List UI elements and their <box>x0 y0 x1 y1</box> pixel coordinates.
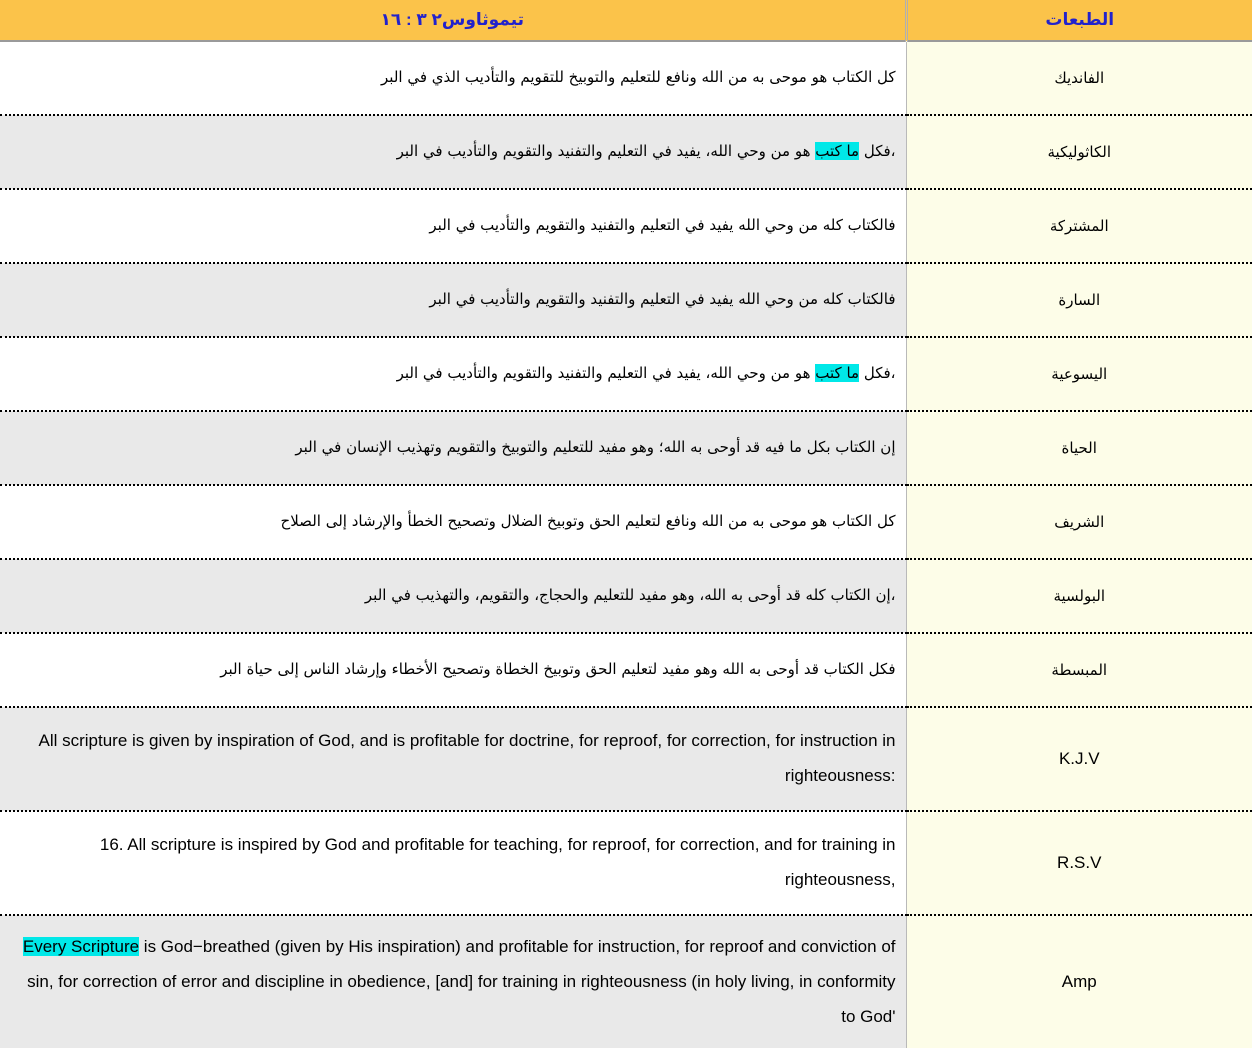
verse-segment: ،فكل <box>859 363 896 382</box>
table-row: إن الكتاب بكل ما فيه قد أوحى به الله؛ وه… <box>0 410 1252 485</box>
verse-text-cell: ،فكل ما كتب هو من وحي الله، يفيد في التع… <box>0 336 907 411</box>
verse-text-cell: ،فكل ما كتب هو من وحي الله، يفيد في التع… <box>0 114 907 189</box>
verse-segment: فالكتاب كله من وحي الله يفيد في التعليم … <box>429 289 896 308</box>
edition-name-cell: الشريف <box>906 484 1252 559</box>
verse-text-cell: كل الكتاب هو موحى به من الله ونافع لتعلي… <box>0 484 907 559</box>
scripture-comparison-table: تيموثاوس٢ ٣ : ١٦ الطبعات كل الكتاب هو مو… <box>0 0 1252 1048</box>
edition-name-cell: K.J.V <box>906 706 1252 811</box>
highlighted-phrase: ما كتب <box>815 363 860 382</box>
verse-text-cell: فكل الكتاب قد أوحى به الله وهو مفيد لتعل… <box>0 632 907 707</box>
verse-text-cell: All scripture is given by inspiration of… <box>0 706 907 811</box>
edition-name-cell: اليسوعية <box>906 336 1252 411</box>
verse-text-cell: فالكتاب كله من وحي الله يفيد في التعليم … <box>0 188 907 263</box>
verse-text-cell: كل الكتاب هو موحى به من الله ونافع للتعل… <box>0 40 907 115</box>
edition-name-cell: الحياة <box>906 410 1252 485</box>
edition-name-cell: المشتركة <box>906 188 1252 263</box>
verse-segment: كل الكتاب هو موحى به من الله ونافع للتعل… <box>381 67 896 86</box>
verse-segment: ،إن الكتاب كله قد أوحى به الله، وهو مفيد… <box>364 585 896 604</box>
table-row: ،فكل ما كتب هو من وحي الله، يفيد في التع… <box>0 114 1252 189</box>
verse-segment: 16. All scripture is inspired by God and… <box>99 835 896 889</box>
verse-text-cell: فالكتاب كله من وحي الله يفيد في التعليم … <box>0 262 907 337</box>
edition-name-cell: الفانديك <box>906 40 1252 115</box>
table-row: فالكتاب كله من وحي الله يفيد في التعليم … <box>0 188 1252 263</box>
verse-segment: كل الكتاب هو موحى به من الله ونافع لتعلي… <box>280 511 896 530</box>
table-row: ،فكل ما كتب هو من وحي الله، يفيد في التع… <box>0 336 1252 411</box>
verse-segment: إن الكتاب بكل ما فيه قد أوحى به الله؛ وه… <box>295 437 896 456</box>
highlighted-phrase: Every Scripture <box>22 936 140 956</box>
highlighted-phrase: ما كتب <box>815 141 860 160</box>
verse-segment: فكل الكتاب قد أوحى به الله وهو مفيد لتعل… <box>220 659 896 678</box>
verse-text-cell: Every Scripture is God−breathed (given b… <box>0 914 907 1048</box>
table-header-row: تيموثاوس٢ ٣ : ١٦ الطبعات <box>0 0 1252 42</box>
table-body: كل الكتاب هو موحى به من الله ونافع للتعل… <box>0 40 1252 1048</box>
edition-name-cell: الكاثوليكية <box>906 114 1252 189</box>
verse-segment: ،فكل <box>859 141 896 160</box>
verse-segment: is God−breathed (given by His inspiratio… <box>27 936 896 1026</box>
edition-name-cell: Amp <box>906 914 1252 1048</box>
header-verse-reference: تيموثاوس٢ ٣ : ١٦ <box>0 0 908 42</box>
header-editions: الطبعات <box>906 0 1252 42</box>
verse-segment: هو من وحي الله، يفيد في التعليم والتفنيد… <box>396 141 816 160</box>
table-row: All scripture is given by inspiration of… <box>0 706 1252 811</box>
verse-text-cell: ،إن الكتاب كله قد أوحى به الله، وهو مفيد… <box>0 558 907 633</box>
verse-segment: All scripture is given by inspiration of… <box>38 731 896 785</box>
verse-text-cell: إن الكتاب بكل ما فيه قد أوحى به الله؛ وه… <box>0 410 907 485</box>
edition-name-cell: البولسية <box>906 558 1252 633</box>
table-row: كل الكتاب هو موحى به من الله ونافع للتعل… <box>0 40 1252 115</box>
edition-name-cell: المبسطة <box>906 632 1252 707</box>
table-row: فالكتاب كله من وحي الله يفيد في التعليم … <box>0 262 1252 337</box>
table-row: ،إن الكتاب كله قد أوحى به الله، وهو مفيد… <box>0 558 1252 633</box>
table-row: فكل الكتاب قد أوحى به الله وهو مفيد لتعل… <box>0 632 1252 707</box>
verse-segment: فالكتاب كله من وحي الله يفيد في التعليم … <box>429 215 896 234</box>
edition-name-cell: السارة <box>906 262 1252 337</box>
verse-segment: هو من وحي الله، يفيد في التعليم والتفنيد… <box>396 363 816 382</box>
table-row: Every Scripture is God−breathed (given b… <box>0 914 1252 1048</box>
table-row: كل الكتاب هو موحى به من الله ونافع لتعلي… <box>0 484 1252 559</box>
